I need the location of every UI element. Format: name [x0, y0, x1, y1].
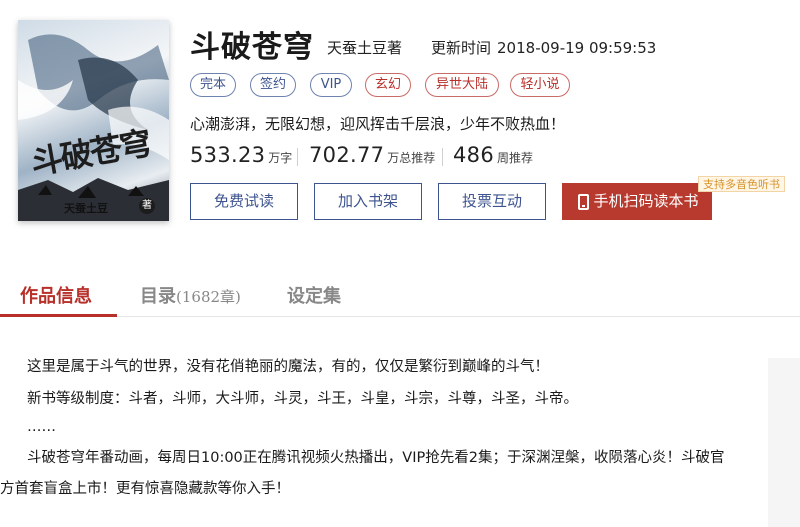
phone-read-button[interactable]: 手机扫码读本书 — [562, 183, 712, 220]
tab-label: 作品信息 — [20, 286, 92, 307]
stat-total-recommend: 702.77 万总推荐 — [309, 143, 435, 167]
tab-settings-collection[interactable]: 设定集 — [287, 282, 341, 308]
cover-seal: 著 — [139, 198, 155, 214]
vote-button[interactable]: 投票互动 — [438, 183, 546, 220]
stat-divider — [297, 148, 298, 166]
stat-value: 702.77 — [309, 143, 385, 167]
tag-xuanhuan[interactable]: 玄幻 — [365, 73, 411, 97]
tag-qingxiaoshuo[interactable]: 轻小说 — [510, 73, 570, 97]
tab-count: (1682章) — [176, 288, 241, 306]
phone-icon — [578, 194, 589, 210]
stat-unit: 周推荐 — [496, 151, 533, 165]
audio-badge: 支持多音色听书 — [698, 176, 785, 192]
stat-divider — [442, 148, 443, 166]
update-label: 更新时间 — [431, 39, 492, 57]
tag-vip[interactable]: VIP — [310, 73, 352, 97]
stat-week-recommend: 486 周推荐 — [453, 143, 533, 167]
description-line: 方首套盲盒上市！更有惊喜隐藏款等你入手！ — [0, 481, 290, 497]
sidebar-panel — [768, 358, 800, 527]
book-author[interactable]: 天蚕土豆著 — [327, 37, 402, 58]
tab-label: 设定集 — [287, 286, 341, 307]
phone-read-label: 手机扫码读本书 — [593, 192, 699, 210]
cover-artwork — [18, 34, 169, 221]
tab-bar: 作品信息 目录(1682章) 设定集 — [0, 270, 800, 317]
book-slogan: 心潮澎湃，无限幻想，迎风挥击千层浪，少年不败热血！ — [190, 115, 566, 133]
update-time: 2018-09-19 09:59:53 — [497, 39, 657, 57]
tab-book-info[interactable]: 作品信息 — [20, 282, 92, 308]
tab-catalog[interactable]: 目录(1682章) — [140, 282, 241, 308]
cover-author: 天蚕土豆 — [64, 202, 108, 215]
tab-label: 目录 — [140, 286, 176, 307]
stat-word-count: 533.23 万字 — [190, 143, 292, 167]
stat-unit: 万总推荐 — [387, 151, 436, 165]
description-line: …… — [27, 419, 56, 435]
tag-qianyue[interactable]: 签约 — [250, 73, 296, 97]
tag-yishidalu[interactable]: 异世大陆 — [425, 73, 499, 97]
description-line: 这里是属于斗气的世界，没有花俏艳丽的魔法，有的，仅仅是繁衍到巅峰的斗气！ — [27, 359, 549, 375]
book-cover[interactable]: 斗破苍穹 天蚕土豆 著 — [18, 20, 169, 221]
description-line: 新书等级制度：斗者，斗师，大斗师，斗灵，斗王，斗皇，斗宗，斗尊，斗圣，斗帝。 — [27, 391, 578, 407]
add-shelf-button[interactable]: 加入书架 — [314, 183, 422, 220]
book-title: 斗破苍穹 — [190, 30, 314, 65]
stat-value: 486 — [453, 143, 494, 167]
stat-unit: 万字 — [268, 151, 293, 165]
free-read-button[interactable]: 免费试读 — [190, 183, 298, 220]
update-info: 更新时间 2018-09-19 09:59:53 — [431, 37, 656, 58]
tag-wanben[interactable]: 完本 — [190, 73, 236, 97]
active-tab-indicator — [0, 314, 117, 317]
description-line: 斗破苍穹年番动画，每周日10:00正在腾讯视频火热播出，VIP抢先看2集；于深渊… — [27, 450, 725, 466]
stat-value: 533.23 — [190, 143, 266, 167]
